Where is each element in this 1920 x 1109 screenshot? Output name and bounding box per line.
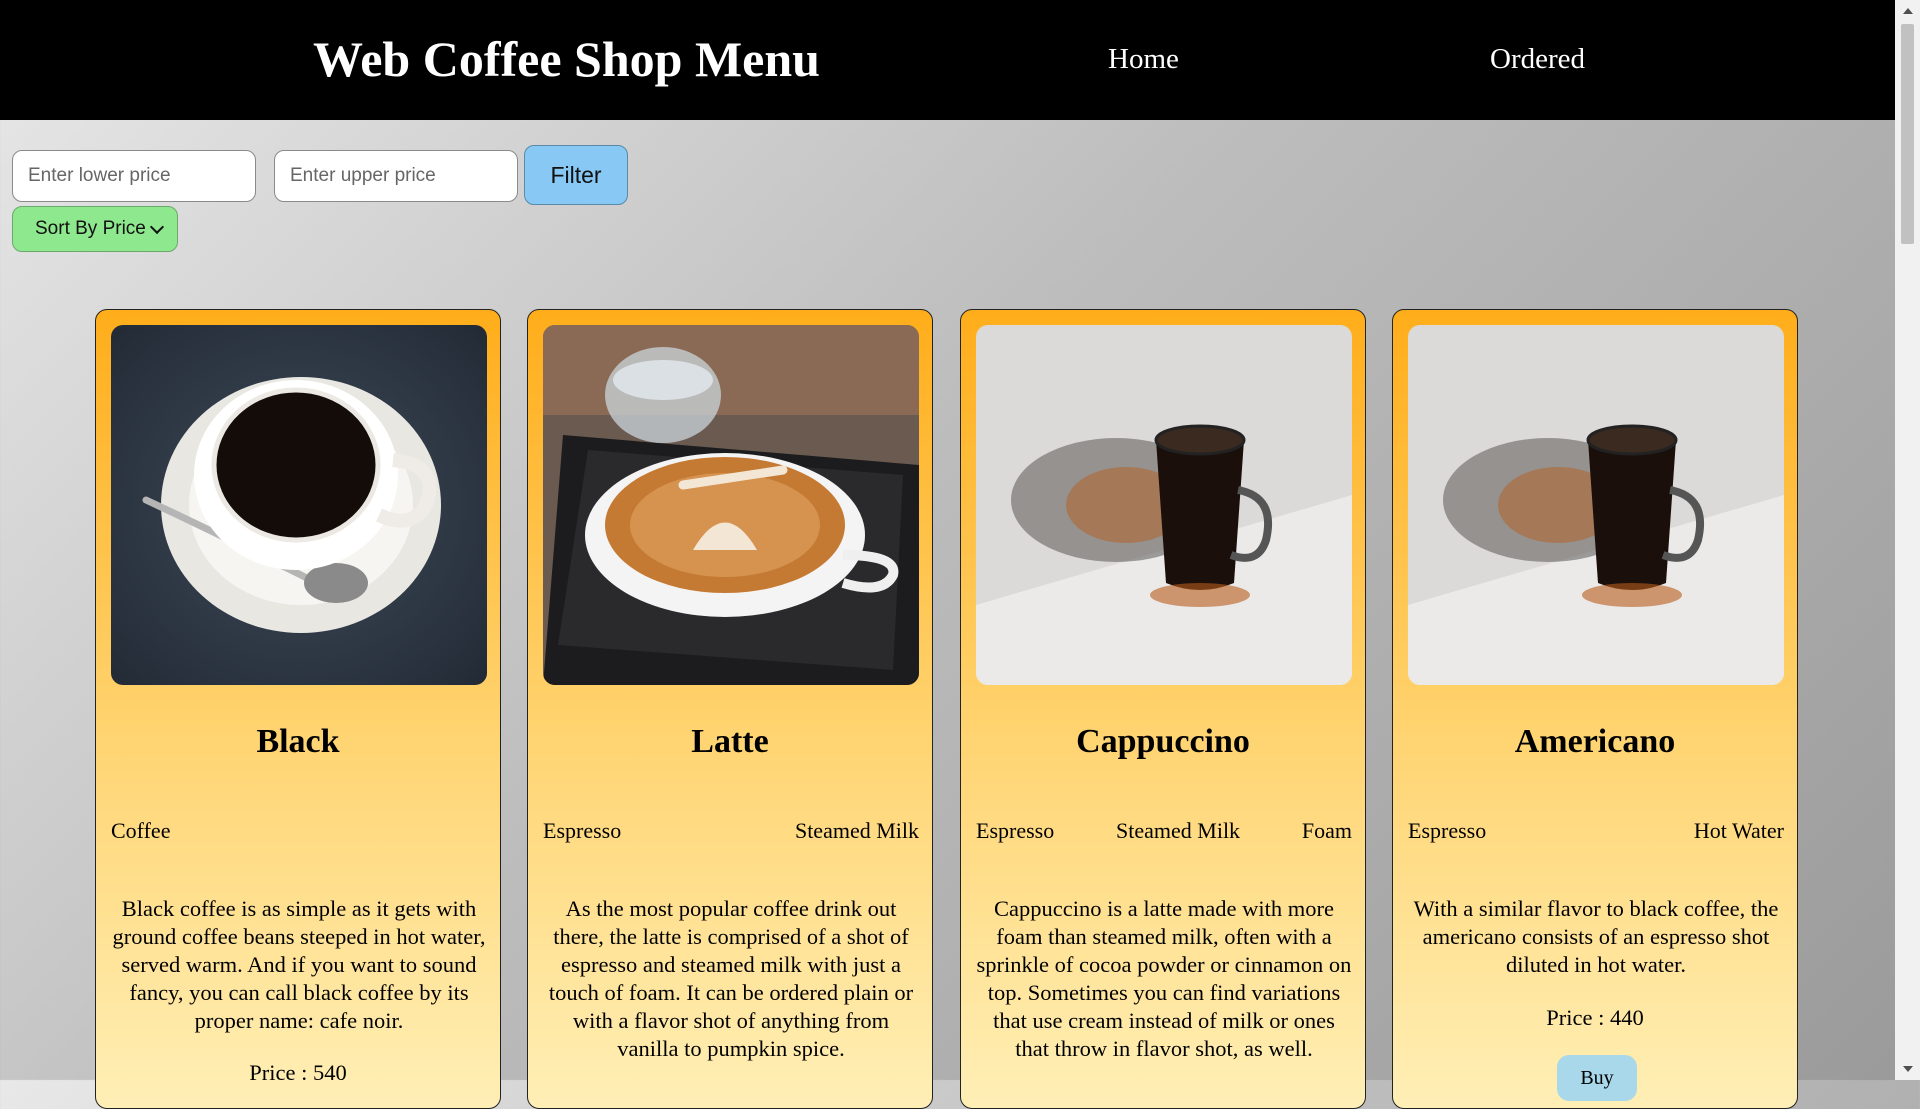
card-title: Black <box>256 723 340 760</box>
glass-coffee-cup-image <box>976 325 1352 685</box>
latte-art-image <box>543 325 919 685</box>
ingredient-tag: Steamed Milk <box>794 818 919 843</box>
card-price: Price : 540 <box>249 1060 347 1085</box>
card-price: Price : 440 <box>1546 1005 1644 1030</box>
menu-card-americano: Americano Espresso Hot Water With a simi… <box>1392 309 1798 1109</box>
nav-link-home[interactable]: Home <box>1108 43 1179 76</box>
top-navbar: Web Coffee Shop Menu Home Ordered <box>0 0 1895 120</box>
menu-card-cappuccino: Cappuccino Espresso Steamed Milk Foam Ca… <box>960 309 1366 1109</box>
ingredient-tag: Steamed Milk <box>1116 818 1241 843</box>
scroll-down-arrow-icon[interactable] <box>1895 1058 1920 1080</box>
menu-card-latte: Latte Espresso Steamed Milk As the most … <box>527 309 933 1109</box>
ingredient-tag: Foam <box>1301 818 1352 843</box>
card-description: Cappuccino is a latte made with more foa… <box>976 896 1352 1061</box>
ingredient-tag: Espresso <box>1408 818 1487 843</box>
card-description: As the most popular coffee drink out the… <box>548 896 914 1061</box>
card-title: Cappuccino <box>1076 723 1250 760</box>
menu-card-black: Black Coffee Black coffee is as simple a… <box>95 309 501 1109</box>
ingredient-list: Espresso Hot Water <box>1408 818 1784 844</box>
ingredient-list: Espresso Steamed Milk Foam <box>976 818 1352 844</box>
sort-by-price-select[interactable]: Sort By Price <box>12 206 178 252</box>
scroll-up-arrow-icon[interactable] <box>1895 0 1920 22</box>
filter-button[interactable]: Filter <box>524 145 628 205</box>
ingredient-tag: Hot Water <box>1693 818 1784 843</box>
card-description: With a similar flavor to black coffee, t… <box>1413 896 1779 977</box>
chevron-down-icon <box>149 219 164 234</box>
sort-select-label: Sort By Price <box>35 218 146 239</box>
ingredient-tag: Coffee <box>111 818 171 843</box>
glass-coffee-cup-image <box>1408 325 1784 685</box>
card-title: Americano <box>1514 723 1676 760</box>
page-title: Web Coffee Shop Menu <box>313 31 820 87</box>
vertical-scrollbar[interactable] <box>1895 0 1920 1080</box>
lower-price-input[interactable] <box>12 150 256 202</box>
ingredient-list: Coffee <box>111 818 487 844</box>
nav-link-ordered[interactable]: Ordered <box>1490 43 1585 76</box>
card-title: Latte <box>691 723 769 760</box>
ingredient-list: Espresso Steamed Milk <box>543 818 919 844</box>
buy-button[interactable]: Buy <box>1557 1055 1637 1101</box>
scrollbar-thumb[interactable] <box>1901 24 1914 244</box>
black-coffee-cup-image <box>111 325 487 685</box>
card-description: Black coffee is as simple as it gets wit… <box>112 896 486 1033</box>
upper-price-input[interactable] <box>274 150 518 202</box>
ingredient-tag: Espresso <box>976 818 1055 843</box>
ingredient-tag: Espresso <box>543 818 622 843</box>
